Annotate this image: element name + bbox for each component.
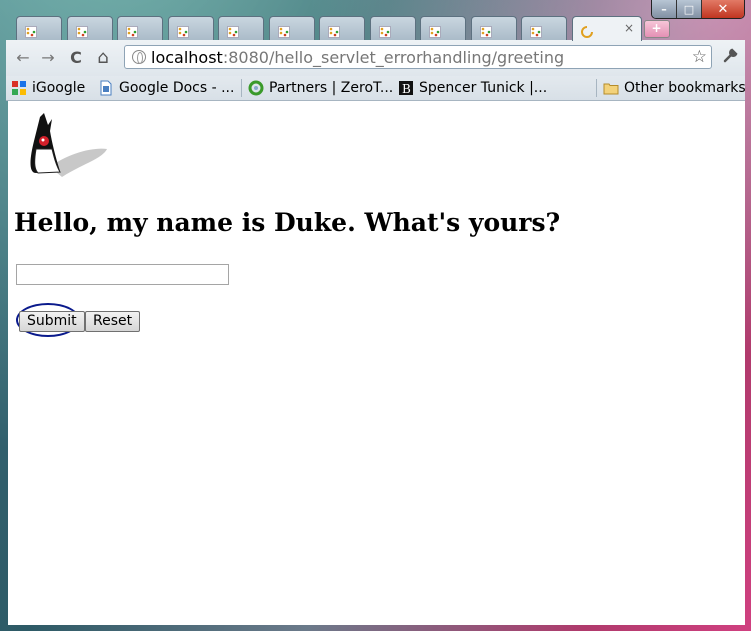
browser-tab[interactable] bbox=[16, 16, 62, 41]
bookmark-separator bbox=[596, 79, 597, 97]
wrench-icon bbox=[723, 48, 738, 63]
browser-tab[interactable] bbox=[167, 16, 214, 41]
duke-mascot-image bbox=[30, 113, 107, 177]
tab-favicon-icon bbox=[227, 23, 239, 38]
browser-tab[interactable] bbox=[319, 16, 365, 41]
bookmark-separator bbox=[241, 79, 242, 97]
window-controls: – □ ✕ bbox=[651, 0, 745, 19]
browser-tab[interactable] bbox=[470, 16, 517, 41]
bookmark-google-docs[interactable]: Google Docs - ... bbox=[98, 79, 234, 97]
browser-window-frame: – □ ✕ × + ← → C ⌂ localhost:8080/hello_se… bbox=[0, 0, 751, 631]
wrench-menu-icon[interactable] bbox=[722, 47, 739, 69]
forward-button[interactable]: → bbox=[39, 49, 57, 67]
bookmark-label: Spencer Tunick |... bbox=[419, 80, 548, 96]
active-browser-tab[interactable]: × bbox=[571, 16, 642, 41]
browser-tab[interactable] bbox=[218, 16, 264, 41]
tab-favicon-icon bbox=[126, 23, 138, 38]
name-input[interactable] bbox=[16, 264, 229, 285]
page-heading: Hello, my name is Duke. What's yours? bbox=[14, 208, 561, 237]
folder-icon bbox=[603, 80, 619, 96]
submit-button[interactable]: Submit bbox=[19, 311, 85, 332]
back-button[interactable]: ← bbox=[14, 49, 32, 67]
home-button[interactable]: ⌂ bbox=[94, 49, 112, 67]
tab-favicon-icon bbox=[479, 23, 492, 38]
tab-favicon-icon bbox=[25, 23, 37, 38]
tab-favicon-icon bbox=[378, 23, 391, 38]
url-host: localhost bbox=[151, 48, 223, 67]
page-content: Hello, my name is Duke. What's yours? Su… bbox=[8, 101, 745, 625]
browser-tab[interactable] bbox=[268, 16, 315, 41]
url-path: :8080/hello_servlet_errorhandling/greeti… bbox=[222, 48, 565, 67]
bookmarks-bar: iGoogle Google Docs - ... Partners | Zer… bbox=[6, 76, 746, 101]
globe-icon bbox=[132, 50, 146, 64]
browser-tab[interactable] bbox=[66, 16, 113, 41]
address-bar[interactable]: localhost:8080/hello_servlet_errorhandli… bbox=[124, 45, 712, 69]
tab-favicon-icon bbox=[75, 23, 88, 38]
other-bookmarks-label: Other bookmarks bbox=[624, 80, 746, 96]
tab-favicon-icon bbox=[176, 23, 189, 38]
svg-text:B: B bbox=[402, 82, 411, 96]
bookmark-label: Google Docs - ... bbox=[119, 80, 235, 96]
spencer-icon: B bbox=[398, 80, 414, 96]
tab-close-icon[interactable]: × bbox=[623, 21, 633, 35]
google-icon bbox=[11, 80, 27, 96]
new-tab-button[interactable]: + bbox=[643, 20, 670, 38]
docs-icon bbox=[98, 80, 114, 96]
browser-tab[interactable] bbox=[117, 16, 163, 41]
tab-favicon-icon bbox=[429, 23, 441, 38]
partners-icon bbox=[248, 80, 264, 96]
bookmark-label: iGoogle bbox=[32, 80, 86, 96]
reload-button[interactable]: C bbox=[67, 49, 85, 67]
loading-spinner-icon bbox=[580, 23, 593, 38]
url-text[interactable]: localhost:8080/hello_servlet_errorhandli… bbox=[151, 48, 564, 67]
bookmark-label: Partners | ZeroT... bbox=[269, 80, 394, 96]
browser-tab[interactable] bbox=[521, 16, 567, 41]
bookmark-partners[interactable]: Partners | ZeroT... bbox=[248, 79, 393, 97]
browser-tab[interactable] bbox=[420, 16, 466, 41]
bookmark-spencer-tunick[interactable]: B Spencer Tunick |... bbox=[398, 79, 547, 97]
close-window-button[interactable]: ✕ bbox=[702, 0, 744, 18]
reset-button[interactable]: Reset bbox=[85, 311, 141, 332]
bookmark-igoogle[interactable]: iGoogle bbox=[11, 79, 85, 97]
browser-tab[interactable] bbox=[369, 16, 416, 41]
minimize-button[interactable]: – bbox=[652, 0, 677, 18]
tab-favicon-icon bbox=[277, 23, 290, 38]
maximize-button[interactable]: □ bbox=[677, 0, 702, 18]
other-bookmarks[interactable]: Other bookmarks bbox=[603, 79, 746, 97]
tab-favicon-icon bbox=[328, 23, 340, 38]
browser-toolbar: ← → C ⌂ localhost:8080/hello_servlet_err… bbox=[6, 40, 745, 76]
tab-favicon-icon bbox=[530, 23, 542, 38]
bookmark-star-icon[interactable]: ☆ bbox=[692, 47, 707, 67]
